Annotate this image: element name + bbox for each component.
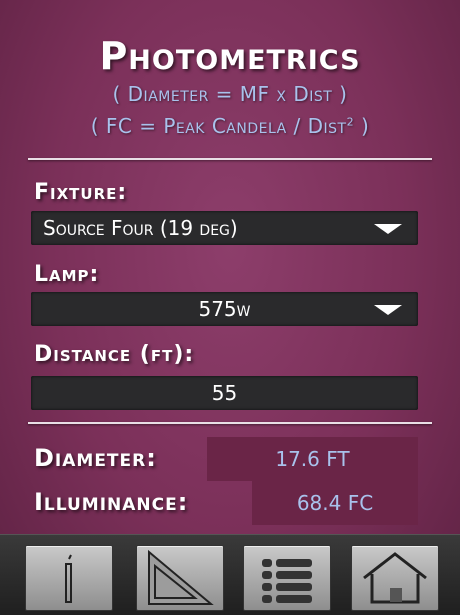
triangle-button[interactable] bbox=[136, 545, 224, 611]
page-title: Photometrics bbox=[99, 34, 361, 78]
illuminance-formula: ( FC = Peak Candela / Dist2 ) bbox=[0, 114, 460, 138]
illuminance-formula-text: ( FC = Peak Candela / Dist bbox=[90, 114, 347, 138]
distance-label: Distance (ft): bbox=[34, 342, 195, 367]
lamp-label: Lamp: bbox=[34, 262, 100, 287]
diameter-result: 17.6 FT bbox=[207, 437, 418, 481]
chevron-down-icon bbox=[374, 305, 402, 315]
fixture-select[interactable]: Source Four (19 deg) bbox=[31, 211, 418, 245]
diameter-formula: ( Diameter = MF x Dist ) bbox=[112, 82, 348, 106]
illuminance-formula-close: ) bbox=[354, 114, 370, 138]
results-divider bbox=[28, 422, 432, 424]
home-button[interactable] bbox=[351, 545, 439, 611]
diameter-label: Diameter: bbox=[34, 444, 157, 472]
fixture-value: Source Four (19 deg) bbox=[43, 216, 238, 240]
list-button[interactable] bbox=[243, 545, 331, 611]
home-icon bbox=[363, 552, 427, 604]
illuminance-label: Illuminance: bbox=[34, 488, 189, 516]
distance-value: 55 bbox=[211, 381, 238, 405]
info-button[interactable] bbox=[25, 545, 113, 611]
lamp-select[interactable]: 575w bbox=[31, 292, 418, 326]
illuminance-formula-superscript: 2 bbox=[346, 115, 355, 129]
header-divider bbox=[28, 158, 432, 160]
chevron-down-icon bbox=[374, 224, 402, 234]
lamp-value: 575w bbox=[198, 297, 251, 321]
fixture-label: Fixture: bbox=[34, 180, 128, 205]
illuminance-result: 68.4 FC bbox=[252, 481, 418, 525]
info-icon bbox=[65, 554, 72, 603]
list-icon bbox=[262, 559, 312, 603]
triangle-icon bbox=[148, 549, 214, 605]
distance-input[interactable]: 55 bbox=[31, 376, 418, 410]
bottom-toolbar bbox=[0, 534, 460, 615]
